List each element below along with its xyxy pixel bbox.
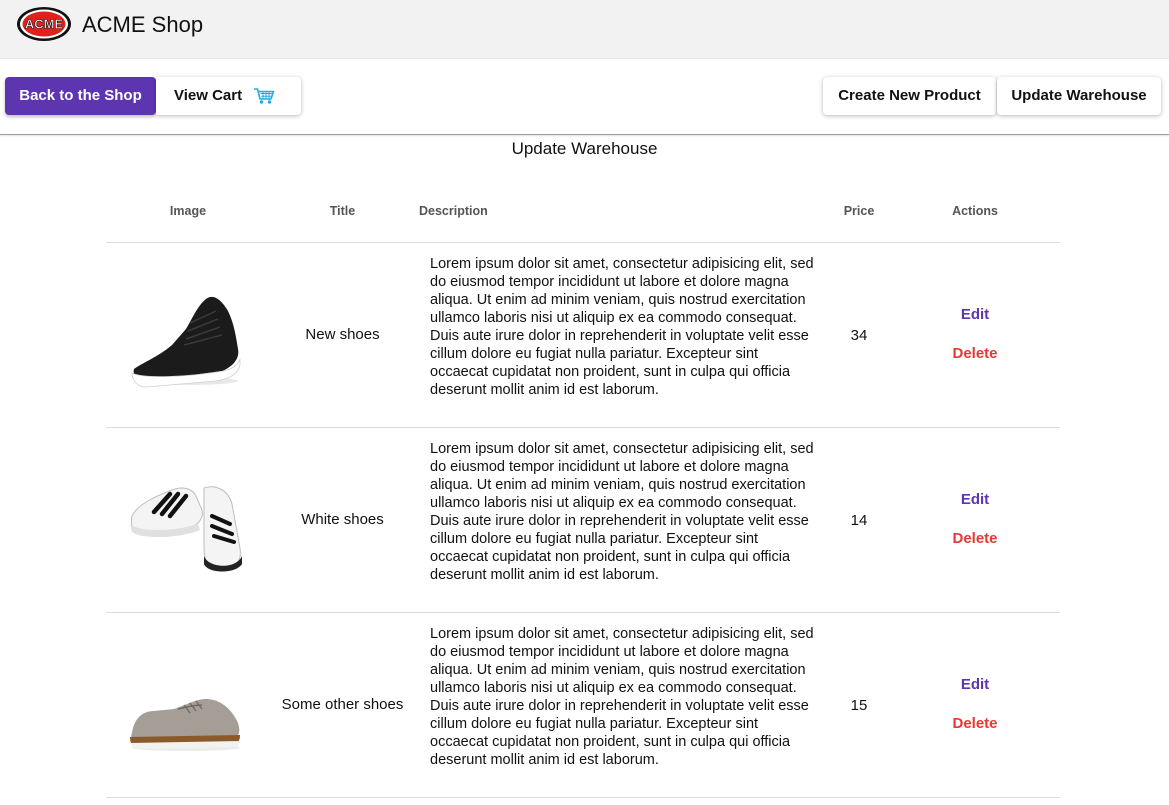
acme-logo[interactable]: ACME xyxy=(16,6,72,42)
product-price: 15 xyxy=(850,696,868,714)
table-header: Image Title Description Price Actions xyxy=(106,180,1060,243)
product-title: New shoes xyxy=(305,326,380,343)
column-header-title: Title xyxy=(329,204,356,218)
logo-text: ACME xyxy=(25,17,64,32)
product-title: Some other shoes xyxy=(281,696,404,713)
edit-button[interactable]: Edit xyxy=(912,306,1038,323)
product-title: White shoes xyxy=(301,511,384,528)
column-header-actions: Actions xyxy=(952,204,998,218)
row-actions: Edit Delete xyxy=(912,243,1038,427)
grey-suede-shoe-image xyxy=(130,699,240,751)
delete-button[interactable]: Delete xyxy=(912,715,1038,732)
edit-button[interactable]: Edit xyxy=(912,491,1038,508)
black-sneaker-image xyxy=(131,296,241,388)
products-table: Image Title Description Price Actions Ne… xyxy=(106,180,1060,798)
product-description: Lorem ipsum dolor sit amet, consectetur … xyxy=(430,256,814,398)
white-striped-sneakers-image xyxy=(130,486,242,572)
page-title: Update Warehouse xyxy=(511,139,658,158)
back-to-shop-button[interactable]: Back to the Shop xyxy=(5,77,156,115)
toolbar: Back to the Shop View Cart Create New Pr… xyxy=(0,59,1169,135)
update-warehouse-button[interactable]: Update Warehouse xyxy=(997,77,1161,115)
product-description: Lorem ipsum dolor sit amet, consectetur … xyxy=(430,441,814,583)
product-price: 14 xyxy=(850,511,868,529)
view-cart-label: View Cart xyxy=(174,87,243,104)
row-actions: Edit Delete xyxy=(912,428,1038,612)
shopping-cart-icon xyxy=(254,88,275,104)
delete-button[interactable]: Delete xyxy=(912,345,1038,362)
product-price: 34 xyxy=(850,326,868,344)
table-row: New shoes Lorem ipsum dolor sit amet, co… xyxy=(106,243,1060,428)
column-header-price: Price xyxy=(843,204,875,218)
app-title: ACME Shop xyxy=(82,12,204,37)
column-header-description: Description xyxy=(419,204,488,218)
delete-button[interactable]: Delete xyxy=(912,530,1038,547)
table-row: White shoes Lorem ipsum dolor sit amet, … xyxy=(106,428,1060,613)
table-row: Some other shoes Lorem ipsum dolor sit a… xyxy=(106,613,1060,798)
product-description: Lorem ipsum dolor sit amet, consectetur … xyxy=(430,626,814,768)
view-cart-button[interactable]: View Cart xyxy=(156,77,301,115)
app-bar: ACME ACME Shop xyxy=(0,0,1169,59)
column-header-image: Image xyxy=(169,204,207,218)
create-new-product-button[interactable]: Create New Product xyxy=(823,77,996,115)
row-actions: Edit Delete xyxy=(912,613,1038,797)
edit-button[interactable]: Edit xyxy=(912,676,1038,693)
